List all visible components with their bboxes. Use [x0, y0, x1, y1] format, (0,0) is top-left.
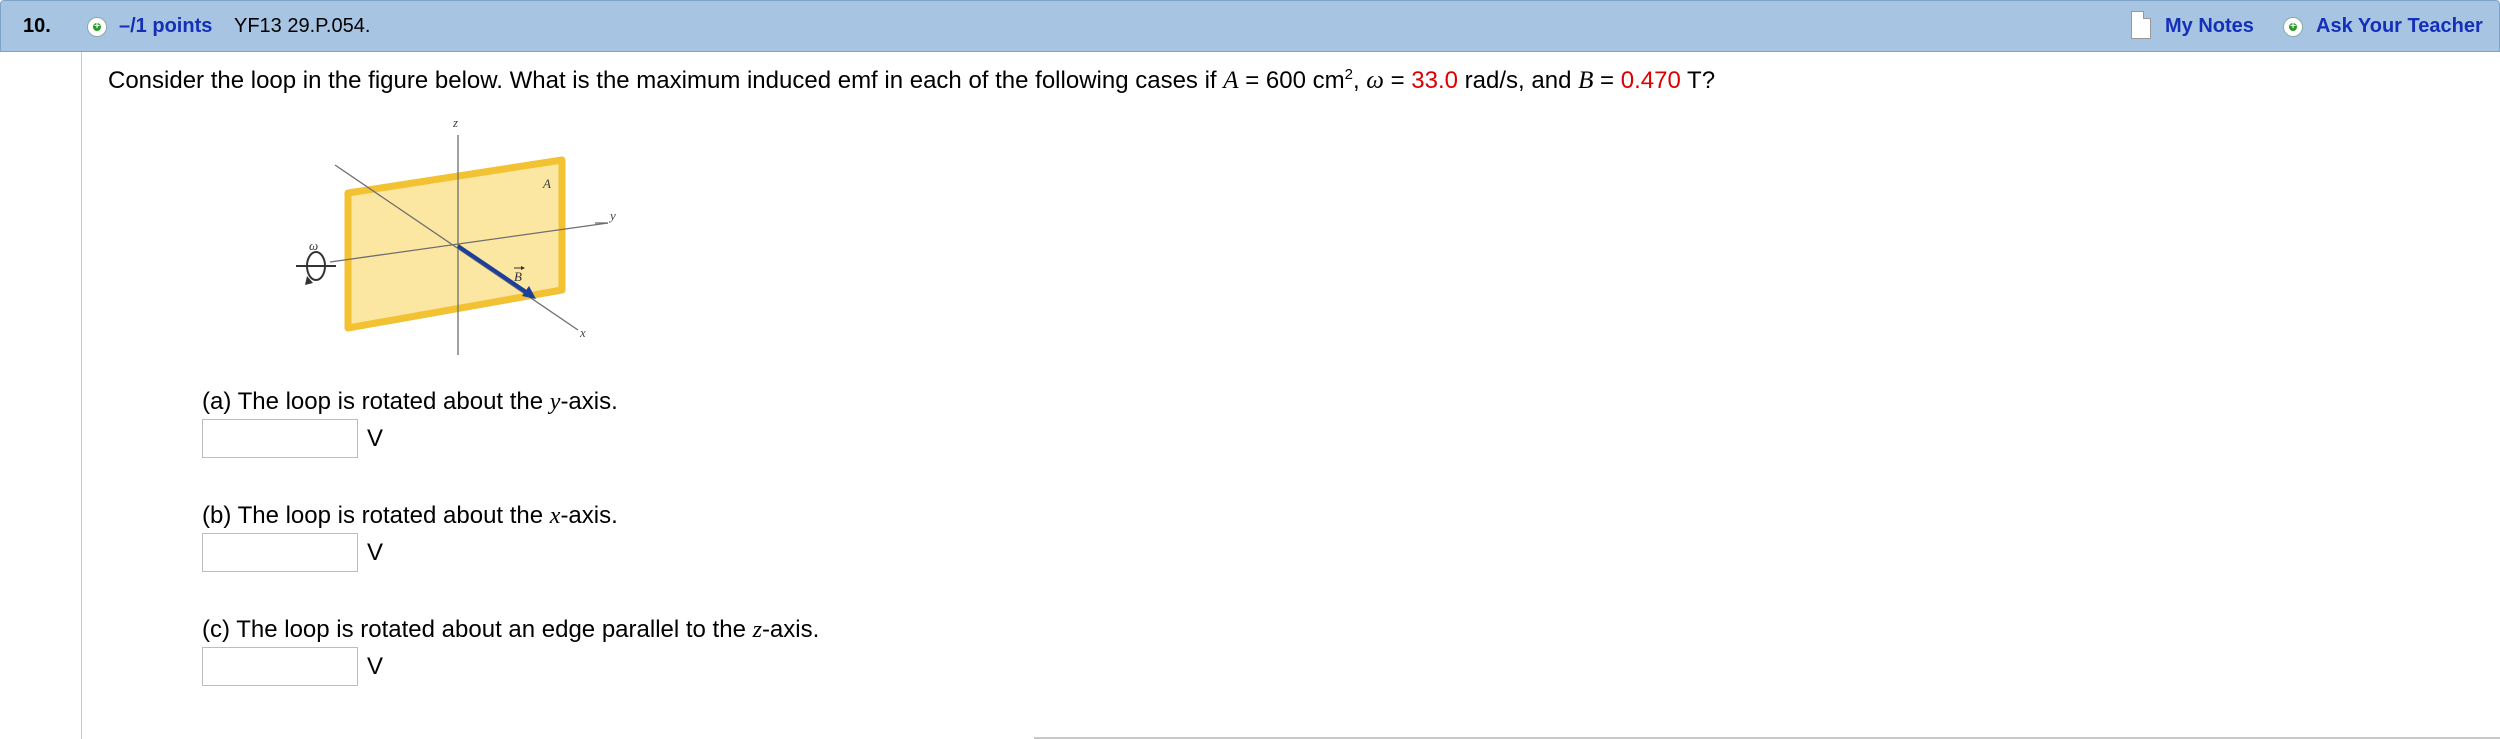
my-notes-link[interactable]: My Notes: [2165, 15, 2254, 38]
ask-teacher-plus-icon[interactable]: [2283, 17, 2303, 37]
x-axis-label: x: [579, 325, 586, 340]
part-b-answer-input[interactable]: [202, 533, 358, 572]
part-b-unit: V: [367, 539, 384, 566]
part-a-label: (a) The loop is rotated about the y-axis…: [202, 388, 618, 415]
part-c-answer-input[interactable]: [202, 647, 358, 686]
part-a-answer-input[interactable]: [202, 419, 358, 458]
expand-plus-icon[interactable]: [87, 17, 107, 37]
area-label: A: [542, 176, 551, 191]
ask-teacher-link[interactable]: Ask Your Teacher: [2316, 15, 2483, 38]
question-header: 10. –/1 points YF13 29.P.054. My Notes A…: [0, 0, 2500, 52]
b-field-label: B: [514, 269, 522, 284]
loop-figure: z y x A B ω: [296, 115, 616, 355]
part-c-unit: V: [367, 653, 384, 680]
question-text: Consider the loop in the figure below. W…: [108, 66, 1716, 94]
b-field-value: 0.470: [1620, 67, 1681, 94]
z-axis-label: z: [452, 115, 458, 130]
points-link[interactable]: –/1 points: [119, 15, 212, 38]
notes-icon[interactable]: [2131, 11, 2151, 39]
omega-value: 33.0: [1411, 67, 1459, 94]
question-number: 10.: [23, 15, 51, 37]
question-id: YF13 29.P.054.: [234, 15, 371, 37]
left-divider: [81, 52, 82, 739]
omega-label: ω: [309, 238, 318, 253]
part-c-label: (c) The loop is rotated about an edge pa…: [202, 616, 820, 643]
y-axis-label: y: [608, 208, 616, 223]
part-a-unit: V: [367, 425, 384, 452]
part-b-label: (b) The loop is rotated about the x-axis…: [202, 502, 618, 529]
